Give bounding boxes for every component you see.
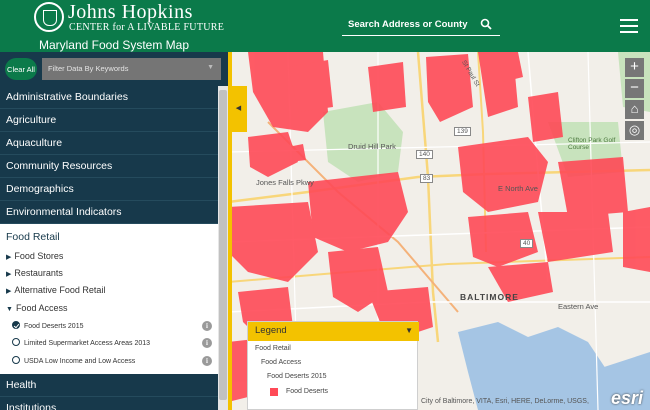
layer-usda-low-income[interactable]: USDA Low Income and Low Access i (0, 353, 218, 370)
map-attribution: City of Baltimore, VITA, Esri, HERE, DeL… (421, 398, 589, 405)
sub-item-food-access[interactable]: ▼ Food Access (0, 301, 218, 318)
legend-level-food-access: Food Access (261, 359, 302, 366)
sub-item-food-stores[interactable]: ▶ Food Stores (0, 249, 218, 266)
sub-item-label: Alternative Food Retail (14, 285, 106, 295)
road-label-north-ave: E North Ave (498, 184, 538, 193)
sidebar-scrollbar[interactable] (218, 86, 228, 410)
category-community-resources[interactable]: Community Resources (0, 155, 218, 178)
legend-header[interactable]: Legend ▼ (248, 322, 419, 341)
clifton-park-label: Clifton Park Golf Course (568, 137, 616, 151)
layer-radio[interactable] (12, 356, 20, 364)
layer-label: USDA Low Income and Low Access (23, 358, 136, 365)
home-icon[interactable]: ⌂ (625, 100, 644, 119)
legend-title: Legend (255, 325, 287, 336)
collapse-sidebar-button[interactable]: ◀ (230, 86, 247, 132)
layer-radio[interactable] (12, 338, 20, 346)
sub-item-alternative-food-retail[interactable]: ▶ Alternative Food Retail (0, 283, 218, 300)
legend-swatch-food-deserts (270, 388, 278, 396)
sub-item-label: Restaurants (14, 268, 63, 278)
sub-item-restaurants[interactable]: ▶ Restaurants (0, 266, 218, 283)
chevron-down-icon[interactable]: ▼ (405, 326, 413, 335)
zoom-in-button[interactable]: + (625, 58, 644, 77)
info-icon[interactable]: i (202, 356, 212, 366)
logo-title: Johns Hopkins (68, 1, 193, 23)
caret-down-icon: ▼ (6, 306, 13, 313)
search-input[interactable] (342, 14, 478, 35)
category-administrative-boundaries[interactable]: Administrative Boundaries (0, 86, 218, 109)
caret-right-icon: ▶ (6, 254, 12, 261)
park-label: Druid Hill Park (348, 142, 396, 151)
legend-panel: Legend ▼ Food Retail Food Access Food De… (247, 321, 419, 410)
page-title: Maryland Food System Map (38, 38, 190, 52)
clear-all-button[interactable]: Clear All (5, 58, 37, 80)
zoom-out-button[interactable]: − (625, 79, 644, 98)
category-institutions[interactable]: Institutions (0, 397, 218, 410)
legend-level-food-retail: Food Retail (255, 345, 291, 352)
layer-label: Food Deserts 2015 (23, 323, 84, 330)
logo-subtitle: CENTER for A LIVABLE FUTURE (69, 22, 225, 33)
chevron-down-icon: ▼ (207, 64, 214, 71)
legend-level-food-deserts-2015: Food Deserts 2015 (267, 373, 327, 380)
caret-right-icon: ▶ (6, 288, 12, 295)
search-icon[interactable] (480, 18, 492, 30)
info-icon[interactable]: i (202, 338, 212, 348)
esri-logo: esri (611, 388, 644, 408)
keyword-filter-select[interactable]: Filter Data By Keywords ▼ (42, 58, 221, 80)
category-aquaculture[interactable]: Aquaculture (0, 132, 218, 155)
layer-food-deserts-2015[interactable]: Food Deserts 2015 i (0, 318, 218, 335)
route-40-shield: 40 (520, 239, 534, 248)
sub-item-label: Food Access (15, 303, 68, 313)
category-agriculture[interactable]: Agriculture (0, 109, 218, 132)
layer-label: Limited Supermarket Access Areas 2013 (23, 340, 151, 347)
route-83-shield: 83 (420, 174, 434, 183)
info-icon[interactable]: i (202, 321, 212, 331)
layer-limited-supermarket-access[interactable]: Limited Supermarket Access Areas 2013 i (0, 335, 218, 352)
road-label-eastern-ave: Eastern Ave (558, 302, 599, 311)
jhu-seal-logo (34, 2, 64, 32)
city-label: BALTIMORE (460, 292, 519, 302)
caret-right-icon: ▶ (6, 271, 12, 278)
search-box (342, 14, 500, 36)
filter-bar: Clear All Filter Data By Keywords ▼ (0, 52, 228, 86)
route-140-shield: 140 (416, 150, 433, 159)
locate-icon[interactable]: ◎ (625, 121, 644, 140)
sidebar: Clear All Filter Data By Keywords ▼ Admi… (0, 52, 228, 410)
menu-icon[interactable] (620, 18, 640, 34)
category-demographics[interactable]: Demographics (0, 178, 218, 201)
road-label-jones-falls: Jones Falls Pkwy (256, 178, 314, 187)
category-food-retail[interactable]: Food Retail (0, 226, 218, 248)
layer-radio-checked[interactable] (12, 321, 20, 329)
filter-placeholder: Filter Data By Keywords (48, 64, 129, 73)
category-health[interactable]: Health (0, 374, 218, 397)
category-environmental-indicators[interactable]: Environmental Indicators (0, 201, 218, 224)
scrollbar-thumb[interactable] (219, 90, 227, 400)
sub-item-label: Food Stores (14, 251, 64, 261)
route-139-shield: 139 (454, 127, 471, 136)
legend-item-food-deserts: Food Deserts (286, 388, 329, 395)
